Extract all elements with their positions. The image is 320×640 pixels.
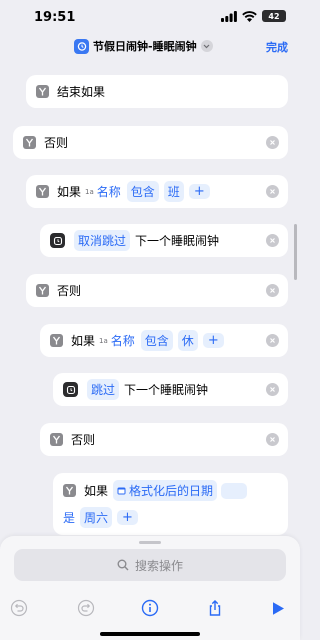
if-action[interactable]: 如果 格式化后的日期 是 周六 + xyxy=(53,473,288,535)
alarm-app-icon xyxy=(74,38,89,54)
value-token[interactable]: 班 xyxy=(163,181,184,202)
empty-token[interactable] xyxy=(221,482,248,499)
sheet-grabber[interactable] xyxy=(139,541,161,544)
status-indicators: 42 xyxy=(221,10,286,22)
add-condition-button[interactable]: + xyxy=(117,510,138,525)
variable-token[interactable]: 名称 xyxy=(110,330,136,351)
actions-list[interactable]: 结束如果 否则 如果 1a 名称 包含 班 + 取消跳过 下一个睡眠闹钟 否则 … xyxy=(0,64,300,540)
calendar-icon xyxy=(117,487,126,495)
shortcut-title-menu[interactable]: 节假日闹钟-睡眠闹钟 xyxy=(74,38,213,54)
action-label: 否则 xyxy=(57,284,82,298)
action-label: 否则 xyxy=(44,136,69,150)
branch-icon xyxy=(23,136,36,149)
navigation-bar: 节假日闹钟-睡眠闹钟 完成 xyxy=(0,34,300,64)
branch-icon xyxy=(36,185,49,198)
if-keyword: 如果 xyxy=(71,334,96,348)
search-placeholder: 搜索操作 xyxy=(134,558,183,573)
alarm-clock-icon xyxy=(63,382,78,397)
remove-action-icon[interactable] xyxy=(266,234,279,247)
otherwise-action[interactable]: 否则 xyxy=(26,274,288,307)
alarm-clock-icon xyxy=(50,233,65,248)
home-indicator xyxy=(100,632,200,636)
scroll-indicator[interactable] xyxy=(294,224,297,280)
remove-action-icon[interactable] xyxy=(266,334,279,347)
branch-icon xyxy=(36,85,49,98)
condition-row-2: 是 周六 + xyxy=(53,507,138,528)
remove-action-icon[interactable] xyxy=(266,383,279,396)
action-mode-token[interactable]: 跳过 xyxy=(87,379,120,400)
shortcut-title: 节假日闹钟-睡眠闹钟 xyxy=(93,40,197,53)
otherwise-action[interactable]: 否则 xyxy=(13,126,288,159)
status-bar: 19:51 42 xyxy=(0,0,300,34)
branch-icon xyxy=(50,334,63,347)
share-icon[interactable] xyxy=(205,598,225,618)
remove-action-icon[interactable] xyxy=(266,136,279,149)
battery-icon: 42 xyxy=(262,10,286,22)
if-action[interactable]: 如果 1a 名称 包含 休 + xyxy=(40,324,288,357)
action-text: 下一个睡眠闹钟 xyxy=(124,383,209,397)
operator-token[interactable]: 是 xyxy=(63,507,75,528)
value-token[interactable]: 休 xyxy=(177,330,198,351)
add-condition-button[interactable]: + xyxy=(188,184,210,199)
branch-icon xyxy=(36,284,49,297)
value-token[interactable]: 周六 xyxy=(80,507,113,528)
skip-alarm-action[interactable]: 跳过 下一个睡眠闹钟 xyxy=(53,373,288,406)
status-time: 19:51 xyxy=(34,10,76,25)
end-if-action[interactable]: 结束如果 xyxy=(26,75,288,108)
wifi-icon xyxy=(242,10,257,22)
variable-name: 格式化后的日期 xyxy=(129,484,214,498)
operator-token[interactable]: 包含 xyxy=(126,181,159,202)
text-variable-icon: 1a xyxy=(85,187,94,196)
variable-token[interactable]: 名称 xyxy=(96,181,122,202)
if-keyword: 如果 xyxy=(57,185,82,199)
chevron-down-icon xyxy=(200,40,213,52)
redo-icon[interactable] xyxy=(76,598,96,618)
cellular-signal-icon xyxy=(221,10,237,22)
search-actions-field[interactable]: 搜索操作 xyxy=(14,549,286,581)
editor-toolbar xyxy=(0,594,300,622)
run-play-icon[interactable] xyxy=(268,598,288,618)
info-icon[interactable] xyxy=(140,598,160,618)
operator-token[interactable]: 包含 xyxy=(140,330,173,351)
action-label: 否则 xyxy=(71,433,96,447)
action-mode-token[interactable]: 取消跳过 xyxy=(74,230,131,251)
search-icon xyxy=(117,559,129,571)
remove-action-icon[interactable] xyxy=(266,284,279,297)
add-condition-button[interactable]: + xyxy=(202,333,224,348)
if-action[interactable]: 如果 1a 名称 包含 班 + xyxy=(26,175,288,208)
done-button[interactable]: 完成 xyxy=(266,39,288,55)
variable-token[interactable]: 格式化后的日期 xyxy=(113,480,218,501)
unskip-alarm-action[interactable]: 取消跳过 下一个睡眠闹钟 xyxy=(40,224,288,257)
branch-icon xyxy=(50,433,63,446)
undo-icon[interactable] xyxy=(9,598,29,618)
text-variable-icon: 1a xyxy=(99,336,108,345)
battery-level: 42 xyxy=(268,11,280,21)
action-label: 结束如果 xyxy=(57,85,106,99)
branch-icon xyxy=(63,484,76,497)
action-search-sheet: 搜索操作 xyxy=(0,536,300,640)
otherwise-action[interactable]: 否则 xyxy=(40,423,288,456)
remove-action-icon[interactable] xyxy=(266,185,279,198)
action-text: 下一个睡眠闹钟 xyxy=(135,234,220,248)
condition-row-1: 如果 格式化后的日期 xyxy=(53,480,248,501)
if-keyword: 如果 xyxy=(84,484,109,498)
remove-action-icon[interactable] xyxy=(266,433,279,446)
